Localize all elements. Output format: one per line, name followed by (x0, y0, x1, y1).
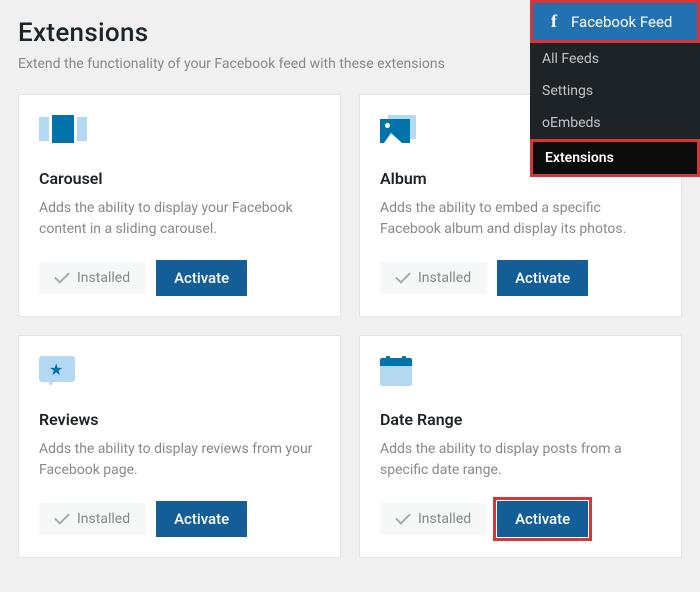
installed-badge: Installed (380, 262, 487, 294)
sidebar-item-all-feeds[interactable]: All Feeds (530, 43, 700, 75)
check-icon (54, 509, 70, 525)
card-description: Adds the ability to display your Faceboo… (39, 198, 320, 240)
activate-button[interactable]: Activate (497, 260, 588, 296)
date-range-icon (380, 356, 428, 392)
card-actions: Installed Activate (39, 501, 320, 537)
installed-badge: Installed (39, 262, 146, 294)
sidebar-item-extensions[interactable]: Extensions (530, 139, 700, 177)
sidebar-header-label: Facebook Feed (571, 13, 672, 31)
activate-button[interactable]: Activate (156, 501, 247, 537)
sidebar-item-oembeds[interactable]: oEmbeds (530, 107, 700, 139)
reviews-icon: ★ (39, 356, 87, 392)
sidebar: f Facebook Feed All Feeds Settings oEmbe… (530, 0, 700, 177)
extension-card-date-range: Date Range Adds the ability to display p… (359, 335, 682, 558)
activate-button[interactable]: Activate (156, 260, 247, 296)
card-description: Adds the ability to embed a specific Fac… (380, 198, 661, 240)
check-icon (54, 268, 70, 284)
extension-card-reviews: ★ Reviews Adds the ability to display re… (18, 335, 341, 558)
album-icon (380, 115, 428, 151)
installed-badge: Installed (380, 503, 487, 535)
sidebar-header[interactable]: f Facebook Feed (530, 0, 700, 43)
card-title: Reviews (39, 410, 320, 429)
card-actions: Installed Activate (380, 501, 661, 537)
card-actions: Installed Activate (380, 260, 661, 296)
check-icon (395, 268, 411, 284)
card-title: Carousel (39, 169, 320, 188)
card-description: Adds the ability to display reviews from… (39, 439, 320, 481)
card-actions: Installed Activate (39, 260, 320, 296)
carousel-icon (39, 115, 87, 151)
card-description: Adds the ability to display posts from a… (380, 439, 661, 481)
sidebar-item-settings[interactable]: Settings (530, 75, 700, 107)
check-icon (395, 509, 411, 525)
installed-badge: Installed (39, 503, 146, 535)
facebook-icon: f (545, 11, 563, 32)
extension-card-carousel: Carousel Adds the ability to display you… (18, 94, 341, 317)
card-title: Date Range (380, 410, 661, 429)
activate-button[interactable]: Activate (497, 501, 588, 537)
